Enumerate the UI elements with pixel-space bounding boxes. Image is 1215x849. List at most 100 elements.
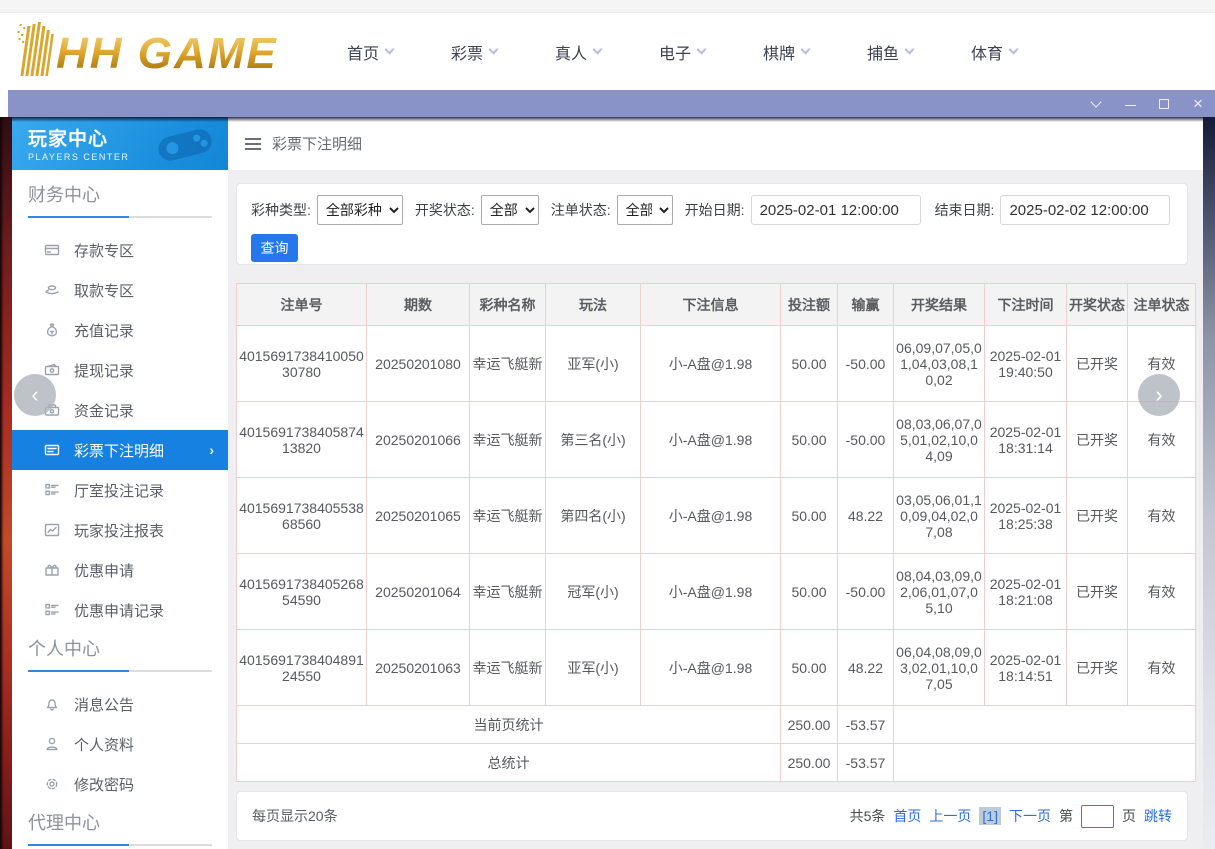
lottery-type-label: 彩种类型: xyxy=(251,200,311,220)
sidebar-item-promo-apply[interactable]: 优惠申请 xyxy=(12,550,228,590)
bet-detail-icon xyxy=(44,442,60,458)
finance-items: 存款专区 取款专区 充值记录 提现记录 资金记录 彩票下注明细 › xyxy=(12,218,228,630)
window-collapse-icon[interactable] xyxy=(1089,97,1103,111)
personal-items: 消息公告 个人资料 修改密码 xyxy=(12,672,228,804)
total-summary-winloss: -53.57 xyxy=(838,744,894,782)
lottery-type-select[interactable]: 全部彩种 xyxy=(317,195,403,225)
nav-item-lottery[interactable]: 彩票 xyxy=(422,40,526,64)
total-summary-label: 总统计 xyxy=(237,744,781,782)
order-status-select[interactable]: 全部 xyxy=(617,195,673,225)
col-amount: 投注额 xyxy=(781,284,838,326)
start-date-label: 开始日期: xyxy=(685,200,745,220)
total-count: 共5条 xyxy=(850,806,886,826)
sidebar-collapse-button[interactable]: ‹ xyxy=(14,374,56,416)
table-row: 401569173840587413820 20250201066 幸运飞艇新 … xyxy=(237,402,1196,478)
window-maximize-icon[interactable] xyxy=(1157,97,1171,111)
window-minimize-icon[interactable] xyxy=(1123,97,1137,111)
window-close-icon[interactable]: × xyxy=(1191,97,1205,111)
nav-item-live[interactable]: 真人 xyxy=(526,40,630,64)
sidebar-item-recharge-record[interactable]: 充值记录 xyxy=(12,310,228,350)
search-button[interactable]: 查询 xyxy=(251,234,298,262)
end-date-label: 结束日期: xyxy=(935,200,995,220)
table-scroll-next-button[interactable]: › xyxy=(1138,374,1180,416)
page-background-left xyxy=(0,117,12,849)
jump-suffix: 页 xyxy=(1122,806,1136,826)
promo-record-icon xyxy=(44,602,60,618)
col-play: 玩法 xyxy=(546,284,641,326)
pagination: 每页显示20条 共5条 首页 上一页 [1] 下一页 第 页 跳转 xyxy=(236,791,1188,841)
sidebar-item-messages[interactable]: 消息公告 xyxy=(12,684,228,724)
next-page-link[interactable]: 下一页 xyxy=(1009,806,1051,826)
nav-item-fishing[interactable]: 捕鱼 xyxy=(838,40,942,64)
filter-row: 彩种类型: 全部彩种 开奖状态: 全部 注单状态: 全部 开始日期: 结束日期: xyxy=(251,195,1173,225)
page-summary-row: 当前页统计 250.00 -53.57 xyxy=(237,706,1196,744)
col-order-id: 注单号 xyxy=(237,284,367,326)
first-page-link[interactable]: 首页 xyxy=(893,806,921,826)
table-row: 401569173840526854590 20250201064 幸运飞艇新 … xyxy=(237,554,1196,630)
sidebar-item-promo-record[interactable]: 优惠申请记录 xyxy=(12,590,228,630)
menu-toggle-icon[interactable] xyxy=(245,138,261,150)
browser-edge-strip xyxy=(0,0,1215,13)
promo-gift-icon xyxy=(44,562,60,578)
section-title: 个人中心 xyxy=(28,636,212,662)
order-status-label: 注单状态: xyxy=(551,200,611,220)
col-order-status: 注单状态 xyxy=(1128,284,1196,326)
end-date-input[interactable] xyxy=(1000,195,1170,225)
page-summary-label: 当前页统计 xyxy=(237,706,781,744)
window-titlebar: × xyxy=(8,90,1215,117)
window-right-border xyxy=(1203,117,1215,849)
logo-stripes-icon xyxy=(16,22,56,76)
prev-page-link[interactable]: 上一页 xyxy=(929,806,971,826)
nav-item-cards[interactable]: 棋牌 xyxy=(734,40,838,64)
page-title: 彩票下注明细 xyxy=(272,133,362,154)
nav-item-slots[interactable]: 电子 xyxy=(630,40,734,64)
section-underline xyxy=(28,844,212,846)
jump-page-input[interactable] xyxy=(1081,805,1114,828)
window-controls: × xyxy=(1089,90,1205,117)
money-bag-icon xyxy=(44,322,60,338)
jump-button[interactable]: 跳转 xyxy=(1144,806,1172,826)
chevron-down-icon xyxy=(905,45,915,55)
page-summary-empty xyxy=(894,706,1196,744)
sidebar-item-hall-bet-record[interactable]: 厅室投注记录 xyxy=(12,470,228,510)
page-summary-amount: 250.00 xyxy=(781,706,838,744)
sidebar-item-change-password[interactable]: 修改密码 xyxy=(12,764,228,804)
brand-logo[interactable]: HH GAME xyxy=(16,22,278,76)
chevron-down-icon xyxy=(1009,45,1019,55)
col-period: 期数 xyxy=(367,284,470,326)
pagination-controls: 共5条 首页 上一页 [1] 下一页 第 页 跳转 xyxy=(850,805,1172,828)
chevron-down-icon xyxy=(489,45,499,55)
page-size-text: 每页显示20条 xyxy=(252,806,338,826)
nav-item-sports[interactable]: 体育 xyxy=(942,40,1046,64)
sidebar-item-deposit[interactable]: 存款专区 xyxy=(12,230,228,270)
sidebar-item-profile[interactable]: 个人资料 xyxy=(12,724,228,764)
table-row: 401569173840553868560 20250201065 幸运飞艇新 … xyxy=(237,478,1196,554)
page-summary-winloss: -53.57 xyxy=(838,706,894,744)
col-result: 开奖结果 xyxy=(894,284,985,326)
table-header-row: 注单号 期数 彩种名称 玩法 下注信息 投注额 输赢 开奖结果 下注时间 开奖状… xyxy=(237,284,1196,326)
sidebar-item-lottery-bet-detail[interactable]: 彩票下注明细 › xyxy=(12,430,228,470)
chevron-right-icon: › xyxy=(209,442,214,458)
site-header: HH GAME 首页 彩票 真人 电子 棋牌 捕鱼 体育 xyxy=(0,0,1215,90)
sidebar: 玩家中心 PLAYERS CENTER 财务中心 存款专区 取款专区 xyxy=(12,117,228,849)
sidebar-item-withdraw[interactable]: 取款专区 xyxy=(12,270,228,310)
sidebar-item-player-bet-report[interactable]: 玩家投注报表 xyxy=(12,510,228,550)
bet-detail-table: 注单号 期数 彩种名称 玩法 下注信息 投注额 输赢 开奖结果 下注时间 开奖状… xyxy=(236,283,1196,782)
col-lottery: 彩种名称 xyxy=(470,284,546,326)
start-date-input[interactable] xyxy=(751,195,921,225)
col-draw-status: 开奖状态 xyxy=(1067,284,1128,326)
draw-status-label: 开奖状态: xyxy=(415,200,475,220)
chevron-down-icon xyxy=(385,45,395,55)
chevron-down-icon xyxy=(697,45,707,55)
table-row: 401569173840489124550 20250201063 幸运飞艇新 … xyxy=(237,630,1196,706)
players-center-header: 玩家中心 PLAYERS CENTER xyxy=(12,117,228,170)
person-icon xyxy=(44,736,60,752)
hall-record-icon xyxy=(44,482,60,498)
section-title: 财务中心 xyxy=(28,182,212,208)
wallet-icon xyxy=(44,362,60,378)
total-summary-amount: 250.00 xyxy=(781,744,838,782)
nav-item-home[interactable]: 首页 xyxy=(318,40,422,64)
chevron-down-icon xyxy=(801,45,811,55)
bell-icon xyxy=(44,696,60,712)
draw-status-select[interactable]: 全部 xyxy=(481,195,539,225)
